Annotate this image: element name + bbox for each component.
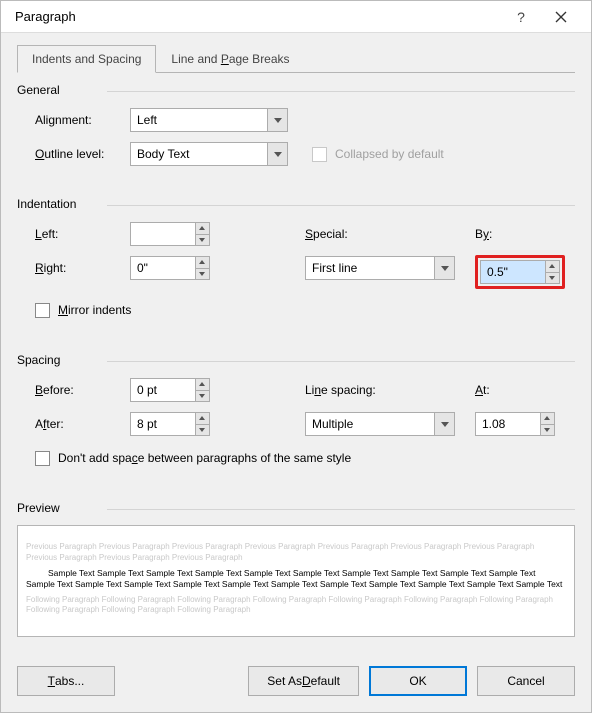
alignment-label: Alignment:: [35, 113, 130, 127]
at-input[interactable]: [475, 412, 555, 436]
after-label: After:: [35, 417, 130, 431]
help-button[interactable]: ?: [501, 2, 541, 32]
collapsed-label: Collapsed by default: [335, 147, 444, 161]
section-preview: Preview: [17, 501, 575, 515]
section-indentation: Indentation: [17, 197, 575, 211]
indent-right-label: Right:: [35, 261, 130, 275]
paragraph-dialog: Paragraph ? Indents and Spacing Line and…: [0, 0, 592, 713]
after-input[interactable]: [130, 412, 210, 436]
collapsed-checkbox: [312, 147, 327, 162]
section-spacing: Spacing: [17, 353, 575, 367]
preview-next: Following Paragraph Following Paragraph …: [26, 595, 566, 617]
set-as-default-button[interactable]: Set As Default: [248, 666, 359, 696]
preview-prev: Previous Paragraph Previous Paragraph Pr…: [26, 542, 566, 564]
chevron-down-icon: [434, 413, 454, 435]
outline-label: Outline level:: [35, 147, 130, 161]
mirror-indents-label: Mirror indents: [58, 303, 131, 317]
spinner-arrows[interactable]: [195, 413, 209, 435]
tab-indents-spacing[interactable]: Indents and Spacing: [17, 45, 156, 73]
spinner-arrows[interactable]: [195, 379, 209, 401]
chevron-down-icon: [267, 109, 287, 131]
section-general: General: [17, 83, 575, 97]
before-label: Before:: [35, 383, 130, 397]
button-bar: Tabs... Set As Default OK Cancel: [1, 650, 591, 712]
close-icon: [555, 11, 567, 23]
preview-area: Previous Paragraph Previous Paragraph Pr…: [17, 525, 575, 637]
special-label: Special:: [305, 227, 348, 241]
tab-strip: Indents and Spacing Line and Page Breaks: [17, 45, 575, 73]
no-space-checkbox[interactable]: [35, 451, 50, 466]
tab-line-breaks[interactable]: Line and Page Breaks: [156, 45, 304, 73]
alignment-select[interactable]: Left: [130, 108, 288, 132]
close-button[interactable]: [541, 2, 581, 32]
dialog-title: Paragraph: [15, 9, 76, 24]
outline-select[interactable]: Body Text: [130, 142, 288, 166]
spinner-arrows[interactable]: [540, 413, 554, 435]
line-spacing-select[interactable]: Multiple: [305, 412, 455, 436]
indent-left-input[interactable]: [130, 222, 210, 246]
title-bar: Paragraph ?: [1, 1, 591, 33]
mirror-indents-checkbox[interactable]: [35, 303, 50, 318]
line-spacing-label: Line spacing:: [305, 383, 376, 397]
at-label: At:: [475, 383, 490, 397]
spinner-arrows[interactable]: [545, 261, 559, 283]
spinner-arrows[interactable]: [195, 223, 209, 245]
by-label: By:: [475, 227, 492, 241]
no-space-label: Don't add space between paragraphs of th…: [58, 451, 351, 465]
chevron-down-icon: [267, 143, 287, 165]
before-input[interactable]: [130, 378, 210, 402]
ok-button[interactable]: OK: [369, 666, 467, 696]
indent-by-input[interactable]: [480, 260, 560, 284]
highlight-by-field: [475, 255, 565, 289]
spinner-arrows[interactable]: [195, 257, 209, 279]
indent-left-label: Left:: [35, 227, 130, 241]
special-select[interactable]: First line: [305, 256, 455, 280]
preview-sample: Sample Text Sample Text Sample Text Samp…: [26, 568, 566, 591]
chevron-down-icon: [434, 257, 454, 279]
cancel-button[interactable]: Cancel: [477, 666, 575, 696]
tabs-button[interactable]: Tabs...: [17, 666, 115, 696]
indent-right-input[interactable]: [130, 256, 210, 280]
